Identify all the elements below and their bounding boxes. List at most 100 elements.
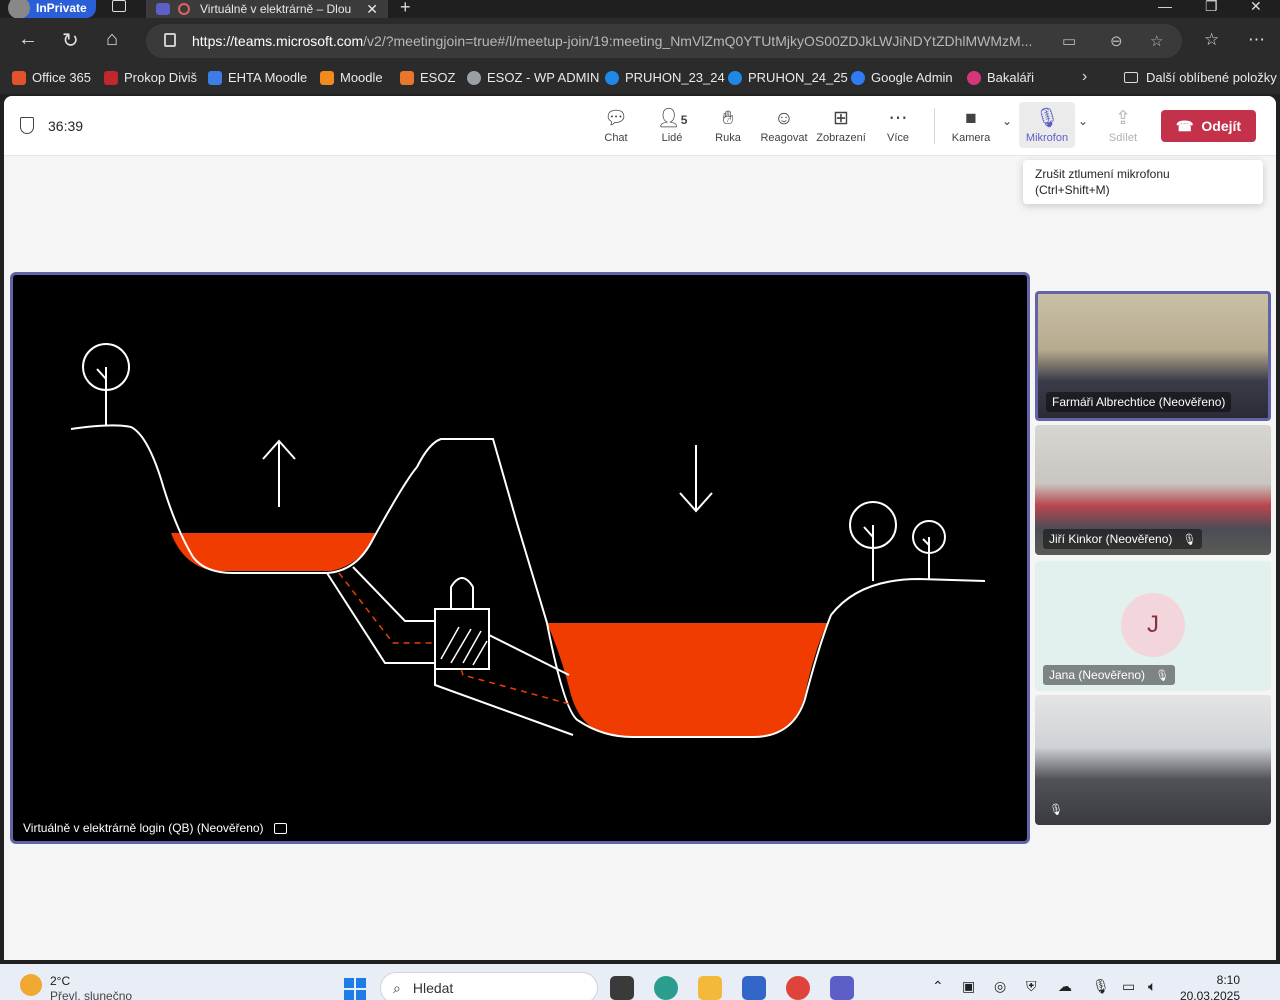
back-button[interactable]: ← <box>18 28 38 51</box>
menu-icon[interactable]: ⋯ <box>1248 30 1265 50</box>
teams-tray-icon[interactable]: ▣ <box>962 978 975 995</box>
penstock-inner <box>352 566 435 622</box>
video-icon[interactable]: ▭ <box>1062 32 1076 50</box>
bookmark-ehta[interactable]: EHTA Moodle <box>208 70 307 85</box>
browser-tab-bar: InPrivate Virtuálně v elektrárně – Dlou … <box>0 0 1280 19</box>
start-button[interactable] <box>344 978 366 1000</box>
taskbar-search[interactable]: ⌕ Hledat <box>380 972 598 1000</box>
bookmark-pruhon-23[interactable]: PRUHON_23_24 <box>605 70 725 85</box>
bookmarks-bar: Office 365 Prokop Diviš EHTA Moodle Mood… <box>0 62 1280 94</box>
tree-left-trunk <box>96 367 107 425</box>
bookmark-prokop[interactable]: Prokop Diviš <box>104 70 197 85</box>
home-button[interactable]: ⌂ <box>106 28 118 51</box>
recording-icon <box>178 3 190 15</box>
arrow-down <box>679 445 713 513</box>
tree-right-small-trunk <box>922 537 930 579</box>
mic-off-icon: 🎙︎ <box>1049 804 1063 816</box>
view-button[interactable]: ⊞ Zobrazení <box>813 106 869 144</box>
teams-icon <box>156 3 170 15</box>
shield-icon <box>20 117 34 134</box>
bakalari-icon <box>967 70 981 85</box>
participant-tile[interactable]: 🎙︎ <box>1035 695 1271 825</box>
windows-taskbar: 2°C Převl. slunečno ⌕ Hledat ⌃ ▣ ◎ ⛨ ☁ 🎙… <box>0 964 1280 1000</box>
weather-icon[interactable] <box>20 974 42 996</box>
bookmark-moodle[interactable]: Moodle <box>320 70 383 85</box>
stage-participant-label: Virtuálně v elektrárně login (QB) (Neově… <box>23 821 287 835</box>
participant-tile[interactable]: Farmáři Albrechtice (Neověřeno) <box>1035 291 1271 421</box>
mic-tray-icon[interactable]: 🎙︎ <box>1092 978 1110 995</box>
extension-icon[interactable]: ⊖ <box>1110 32 1123 50</box>
participant-tile[interactable]: J Jana (Neověřeno) 🎙︎ <box>1035 561 1271 691</box>
screen-share-icon <box>273 822 287 834</box>
inprivate-badge[interactable]: InPrivate <box>8 0 96 19</box>
close-tab-icon[interactable]: ✕ <box>366 1 378 18</box>
meeting-toolbar: 36:39 💬︎ Chat 👤︎5 Lidé ✋︎ Ruka ☺ Reagova… <box>4 96 1276 156</box>
url-path: /v2/?meetingjoin=true#/l/meetup-join/19:… <box>363 33 1033 49</box>
folder-icon <box>1124 72 1138 83</box>
inprivate-label: InPrivate <box>36 1 87 15</box>
camera-button[interactable]: ■ Kamera <box>943 106 999 144</box>
minimize-button[interactable]: — <box>1158 0 1172 14</box>
bookmark-pruhon-24[interactable]: PRUHON_24_25 <box>728 70 848 85</box>
tab-title: Virtuálně v elektrárně – Dlou <box>200 2 352 16</box>
store-icon[interactable] <box>742 976 766 1000</box>
share-icon: ⇪ <box>1115 108 1131 129</box>
defender-icon[interactable]: ⛨ <box>1026 978 1037 995</box>
bookmark-office365[interactable]: Office 365 <box>12 70 91 85</box>
restore-button[interactable]: ❐ <box>1205 0 1218 15</box>
edge-tray-icon[interactable]: ◎ <box>994 978 1006 995</box>
bookmark-esoz[interactable]: ESOZ <box>400 70 455 85</box>
new-tab-button[interactable]: + <box>400 0 411 18</box>
teams-taskbar-icon[interactable] <box>830 976 854 1000</box>
chevron-down-icon[interactable]: ⌄ <box>1078 114 1088 128</box>
leave-button[interactable]: ☎︎ Odejít <box>1161 110 1256 142</box>
other-favorites-folder[interactable]: Další oblíbené položky <box>1124 70 1277 85</box>
address-bar-row: ← ↻ ⌂ https://teams.microsoft.com/v2/?me… <box>0 18 1280 62</box>
camera-icon: ■ <box>965 108 977 129</box>
bookmark-esoz-wp[interactable]: ESOZ - WP ADMIN <box>467 70 599 85</box>
office-icon <box>12 70 26 85</box>
mic-off-icon: 🎙︎ <box>1182 533 1197 546</box>
close-window-button[interactable]: ✕ <box>1250 0 1262 15</box>
browser-tab[interactable]: Virtuálně v elektrárně – Dlou ✕ <box>146 0 388 18</box>
chat-button[interactable]: 💬︎ Chat <box>588 106 644 144</box>
refresh-button[interactable]: ↻ <box>62 28 79 53</box>
chrome-icon[interactable] <box>786 976 810 1000</box>
bookmark-bakalari[interactable]: Bakaláři <box>967 70 1034 85</box>
powerhouse <box>434 608 490 670</box>
chevron-down-icon[interactable]: ⌄ <box>1002 114 1012 128</box>
chevron-up-icon[interactable]: ⌃ <box>932 978 944 995</box>
display-icon[interactable]: ▭ <box>1122 978 1135 995</box>
people-count: 5 <box>680 113 688 127</box>
smile-icon: ☺ <box>774 108 794 129</box>
bookmark-google-admin[interactable]: Google Admin <box>851 70 953 85</box>
people-button[interactable]: 👤︎5 Lidé <box>644 106 700 144</box>
esoz-icon <box>400 70 414 85</box>
teams-meeting: 36:39 💬︎ Chat 👤︎5 Lidé ✋︎ Ruka ☺ Reagova… <box>4 96 1276 960</box>
main-stage[interactable]: Virtuálně v elektrárně login (QB) (Neově… <box>10 272 1030 844</box>
participant-name: Jiří Kinkor (Neověřeno) 🎙︎ <box>1043 529 1203 549</box>
generator-dome <box>450 577 474 609</box>
wordpress-icon <box>467 70 481 85</box>
volume-icon[interactable]: 🔈︎ <box>1148 978 1156 995</box>
raise-hand-button[interactable]: ✋︎ Ruka <box>700 106 756 144</box>
tab-actions-icon[interactable] <box>112 0 126 12</box>
more-button[interactable]: ⋯ Více <box>870 106 926 144</box>
mic-off-icon: 🎙︎ <box>1155 669 1170 682</box>
share-button[interactable]: ⇪ Sdílet <box>1095 106 1151 144</box>
url-field[interactable]: https://teams.microsoft.com/v2/?meetingj… <box>146 24 1182 58</box>
file-explorer-icon[interactable] <box>698 976 722 1000</box>
react-button[interactable]: ☺ Reagovat <box>756 106 812 144</box>
chat-icon: 💬︎ <box>603 108 629 129</box>
star-icon[interactable]: ☆ <box>1150 32 1163 50</box>
participant-tile[interactable]: Jiří Kinkor (Neověřeno) 🎙︎ <box>1035 425 1271 555</box>
profile-avatar <box>8 0 30 19</box>
avatar: J <box>1121 593 1185 657</box>
microphone-button[interactable]: 🎙︎ Mikrofon <box>1019 102 1075 148</box>
favorites-icon[interactable]: ☆ <box>1204 30 1219 50</box>
chevron-right-icon[interactable]: › <box>1082 68 1087 86</box>
task-view-icon[interactable] <box>610 976 634 1000</box>
taskbar-clock[interactable]: 8:10 20.03.2025 <box>1176 972 1240 1000</box>
edge-icon[interactable] <box>654 976 678 1000</box>
onedrive-tray-icon[interactable]: ☁ <box>1058 978 1072 995</box>
